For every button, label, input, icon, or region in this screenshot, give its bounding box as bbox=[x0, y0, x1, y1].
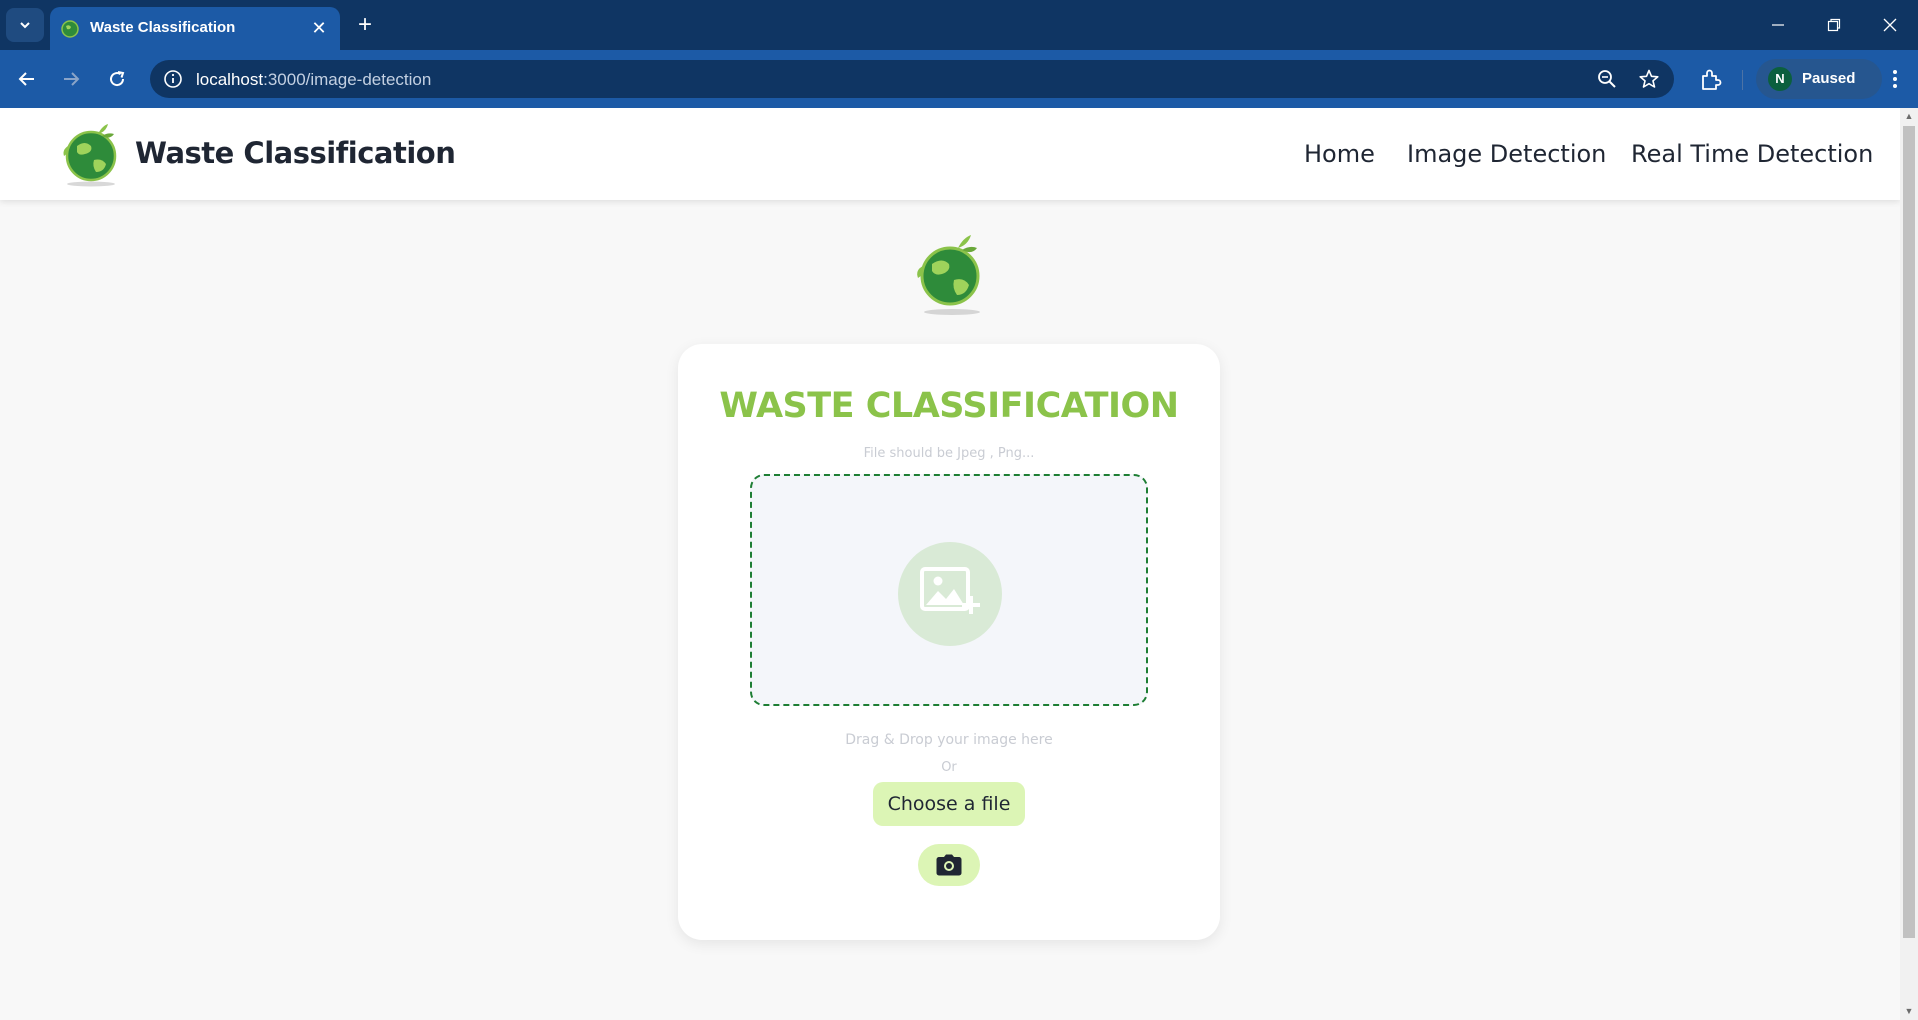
scroll-down-icon[interactable]: ▼ bbox=[1904, 1006, 1914, 1016]
back-arrow-icon[interactable] bbox=[12, 64, 42, 94]
or-separator-text: Or bbox=[941, 760, 957, 775]
nav-real-time-detection[interactable]: Real Time Detection bbox=[1631, 140, 1873, 168]
app-header: Waste Classification Home Image Detectio… bbox=[0, 108, 1900, 200]
card-title: WASTE CLASSIFICATION bbox=[719, 386, 1179, 426]
page-scrollbar[interactable]: ▲ ▼ bbox=[1900, 108, 1918, 1020]
restore-icon[interactable] bbox=[1814, 10, 1854, 40]
file-type-hint: File should be Jpeg , Png... bbox=[863, 446, 1035, 461]
drag-drop-text: Drag & Drop your image here bbox=[845, 732, 1053, 748]
scroll-up-icon[interactable]: ▲ bbox=[1904, 111, 1914, 121]
browser-tab-bar: Waste Classification ✕ + bbox=[0, 0, 1918, 50]
favicon-globe-icon bbox=[61, 20, 79, 38]
zoom-icon[interactable] bbox=[1596, 68, 1618, 90]
site-info-icon[interactable] bbox=[162, 68, 184, 90]
chevron-down-icon bbox=[20, 22, 30, 29]
nav-image-detection[interactable]: Image Detection bbox=[1407, 140, 1606, 168]
add-image-icon bbox=[898, 542, 1002, 646]
page-viewport: Waste Classification Home Image Detectio… bbox=[0, 108, 1918, 1020]
nav-home[interactable]: Home bbox=[1304, 140, 1375, 168]
browser-toolbar: localhost:3000/image-detection N Paused bbox=[0, 50, 1918, 108]
globe-logo-icon bbox=[917, 235, 980, 315]
bookmark-star-icon[interactable] bbox=[1638, 68, 1660, 90]
upload-card: WASTE CLASSIFICATION File should be Jpeg… bbox=[678, 344, 1220, 940]
scrollbar-thumb[interactable] bbox=[1903, 126, 1915, 938]
profile-button[interactable]: N Paused bbox=[1756, 59, 1882, 99]
window-close-icon[interactable] bbox=[1870, 10, 1910, 40]
forward-arrow-icon[interactable] bbox=[56, 64, 86, 94]
browser-menu-icon[interactable] bbox=[1880, 64, 1910, 94]
address-bar[interactable]: localhost:3000/image-detection bbox=[150, 60, 1674, 98]
profile-status: Paused bbox=[1802, 70, 1856, 87]
browser-tab[interactable]: Waste Classification ✕ bbox=[50, 7, 340, 50]
url-text: localhost:3000/image-detection bbox=[196, 70, 431, 90]
tab-close-icon[interactable]: ✕ bbox=[308, 17, 330, 39]
extensions-puzzle-icon[interactable] bbox=[1698, 67, 1724, 93]
image-dropzone[interactable] bbox=[750, 474, 1148, 706]
minimize-icon[interactable] bbox=[1758, 10, 1798, 40]
brand-name[interactable]: Waste Classification bbox=[135, 136, 456, 170]
avatar: N bbox=[1768, 67, 1792, 91]
tab-title: Waste Classification bbox=[90, 19, 236, 36]
url-path: :3000/image-detection bbox=[263, 70, 432, 89]
new-tab-plus-icon[interactable]: + bbox=[352, 12, 378, 38]
reload-icon[interactable] bbox=[102, 64, 132, 94]
choose-file-button[interactable]: Choose a file bbox=[873, 782, 1025, 826]
brand-globe-logo-icon[interactable] bbox=[58, 122, 124, 188]
tab-list-button[interactable] bbox=[6, 8, 44, 42]
camera-icon bbox=[936, 854, 962, 876]
url-host: localhost bbox=[196, 70, 264, 89]
toolbar-separator bbox=[1742, 70, 1743, 90]
camera-button[interactable] bbox=[918, 844, 980, 886]
